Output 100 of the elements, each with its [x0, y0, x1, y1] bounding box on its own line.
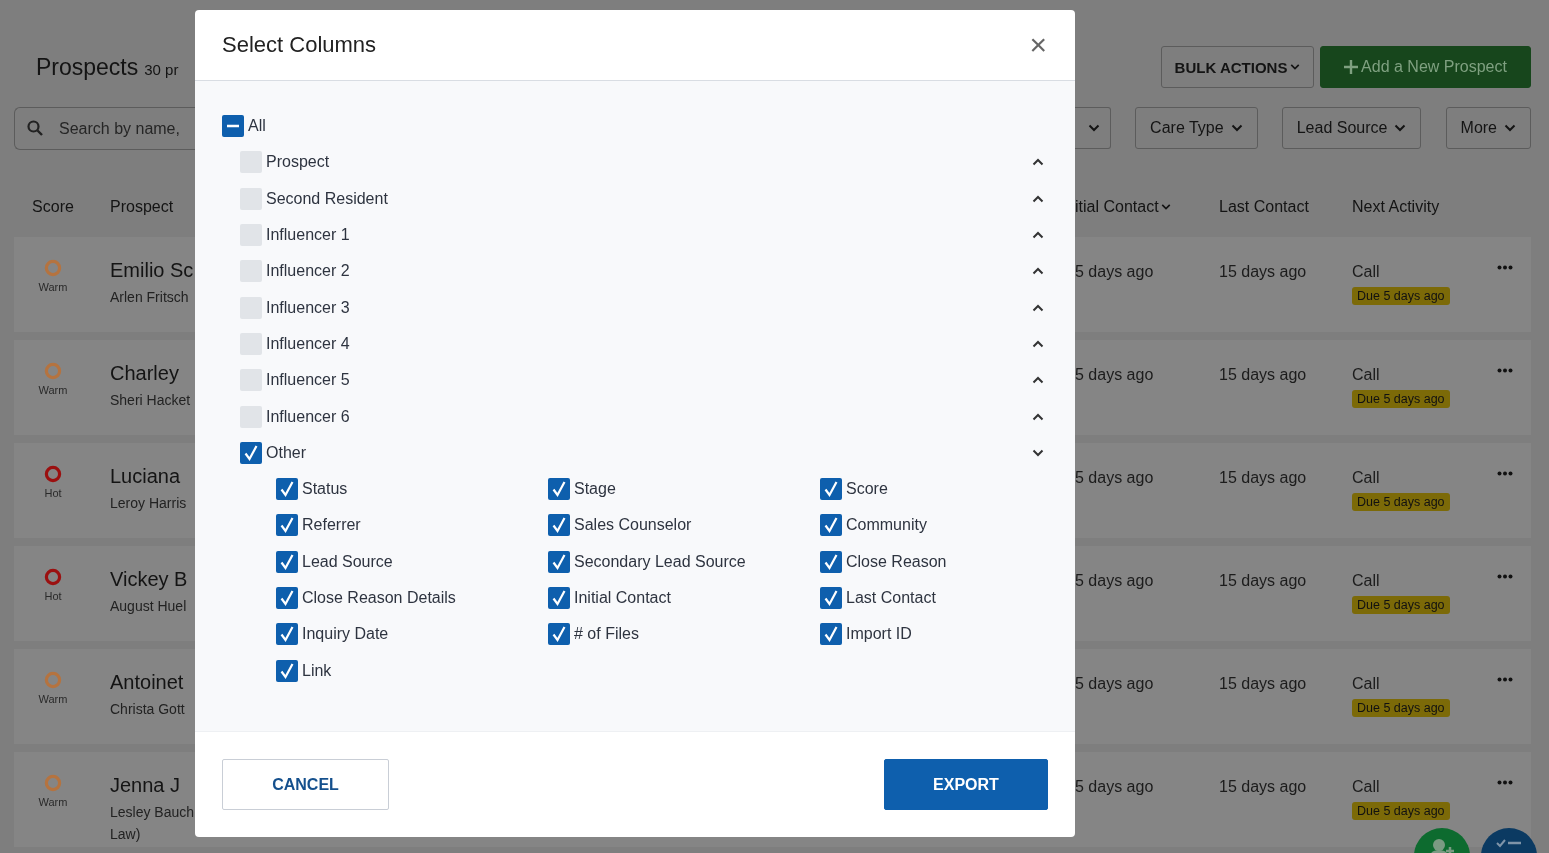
checkbox[interactable]: [548, 514, 570, 537]
chevron-up-icon[interactable]: [1032, 376, 1044, 385]
checkbox[interactable]: [820, 478, 842, 501]
checkbox[interactable]: [820, 623, 842, 646]
more-options-icon[interactable]: [1497, 265, 1513, 270]
chevron-up-icon[interactable]: [1032, 412, 1044, 421]
checkbox-label[interactable]: Last Contact: [846, 589, 936, 607]
more-options-icon[interactable]: [1497, 780, 1513, 785]
checkbox-label[interactable]: Stage: [574, 480, 616, 499]
filter-dropdown[interactable]: Lead Source: [1281, 107, 1422, 149]
due-badge: Due 5 days ago: [1352, 287, 1450, 305]
checkbox-label[interactable]: Import ID: [846, 625, 912, 644]
chevron-up-icon[interactable]: [1032, 194, 1044, 203]
prospect-name[interactable]: Luciana: [110, 465, 187, 488]
checkbox[interactable]: [240, 441, 262, 464]
more-options-icon[interactable]: [1497, 471, 1513, 476]
prospect-name[interactable]: Antoinet: [110, 671, 185, 694]
chevron-down-icon: [1088, 124, 1100, 132]
contact-name: Lesley Bauch: [110, 804, 195, 820]
checkbox[interactable]: [548, 587, 570, 609]
due-badge: Due 5 days ago: [1352, 596, 1450, 614]
checkbox-label[interactable]: Status: [302, 480, 348, 499]
checkbox-label[interactable]: Close Reason: [846, 552, 947, 571]
search-field[interactable]: Search by name,: [14, 107, 195, 150]
checkbox[interactable]: [276, 514, 298, 537]
prospect-name[interactable]: Emilio Sc: [110, 259, 194, 282]
checkbox-label[interactable]: Initial Contact: [574, 589, 671, 607]
more-options-icon[interactable]: [1497, 574, 1513, 579]
checkbox-label[interactable]: Score: [846, 480, 888, 499]
checkbox-label[interactable]: Close Reason Details: [302, 589, 456, 607]
table-cell-text: 15 days ago: [1219, 263, 1308, 281]
checkbox-label[interactable]: Secondary Lead Source: [574, 552, 746, 571]
chevron-down-icon: [1230, 124, 1243, 132]
export-button[interactable]: EXPORT: [884, 759, 1048, 810]
checkbox[interactable]: [548, 550, 570, 573]
checkbox-label[interactable]: Community: [846, 516, 927, 535]
checkbox-label[interactable]: Referrer: [302, 516, 361, 535]
due-badge: Due 5 days ago: [1352, 493, 1450, 511]
chevron-up-icon[interactable]: [1032, 158, 1044, 167]
contact-name: Sheri Hacket: [110, 392, 191, 408]
activity-type: Call: [1352, 675, 1380, 693]
checkbox-label[interactable]: All: [248, 117, 266, 136]
checkbox[interactable]: [276, 587, 298, 609]
checkbox-label[interactable]: Inquiry Date: [302, 625, 389, 644]
checkbox-label[interactable]: Prospect: [266, 153, 330, 172]
checkbox-label[interactable]: Lead Source: [302, 552, 393, 571]
prospect-name[interactable]: Vickey B: [110, 568, 188, 591]
due-badge: Due 5 days ago: [1352, 390, 1450, 408]
checkbox[interactable]: [548, 478, 570, 501]
chevron-up-icon[interactable]: [1032, 303, 1044, 312]
table-cell-text: 5 days ago: [1075, 572, 1155, 590]
checkbox[interactable]: [820, 514, 842, 537]
checkbox-label[interactable]: Link: [302, 661, 332, 680]
checkbox[interactable]: [276, 659, 298, 682]
activity-type: Call: [1352, 263, 1380, 281]
column-header: Next Activity: [1352, 198, 1440, 216]
chevron-down-icon[interactable]: [1032, 448, 1044, 457]
checkbox[interactable]: [276, 550, 298, 573]
table-cell-text: 5 days ago: [1075, 263, 1155, 281]
dialog-title: Select Columns: [222, 32, 377, 58]
checkbox[interactable]: [820, 587, 842, 609]
close-button[interactable]: ×: [1029, 30, 1047, 60]
column-header: Score: [31, 198, 75, 216]
filter-dropdown[interactable]: More: [1445, 107, 1531, 149]
score-label: Warm: [38, 796, 68, 808]
more-options-icon[interactable]: [1497, 677, 1513, 682]
checkbox-label[interactable]: Influencer 6: [266, 407, 350, 426]
checkbox-label[interactable]: # of Files: [574, 625, 639, 644]
column-header: Last Contact: [1219, 198, 1310, 216]
sort-icon: [1160, 203, 1171, 211]
chevron-down-icon: [1394, 124, 1407, 132]
contact-name: Arlen Fritsch: [110, 289, 190, 305]
chevron-up-icon[interactable]: [1032, 339, 1044, 348]
checkbox-label[interactable]: Other: [266, 443, 306, 462]
checkbox-label[interactable]: Influencer 2: [266, 262, 350, 281]
checkbox[interactable]: [548, 623, 570, 646]
checkbox[interactable]: [222, 115, 244, 138]
checkbox[interactable]: [820, 550, 842, 573]
checkbox-label[interactable]: Second Resident: [266, 189, 388, 208]
contact-name: August Huel: [110, 598, 188, 614]
cancel-button[interactable]: CANCEL: [222, 759, 389, 810]
checkbox[interactable]: [276, 623, 298, 646]
chevron-up-icon[interactable]: [1032, 231, 1044, 240]
checkbox-label[interactable]: Influencer 3: [266, 298, 350, 317]
prospect-name[interactable]: Jenna J: [110, 774, 195, 797]
bulk-actions-button[interactable]: BULK ACTIONS: [1161, 46, 1314, 88]
table-cell-text: 5 days ago: [1075, 675, 1155, 693]
chevron-up-icon[interactable]: [1032, 267, 1044, 276]
checkbox-label[interactable]: Influencer 4: [266, 334, 350, 353]
more-options-icon[interactable]: [1497, 368, 1513, 373]
prospect-name[interactable]: Charley: [110, 362, 191, 385]
checkbox-label[interactable]: Sales Counselor: [574, 516, 692, 535]
column-header[interactable]: itial Contact: [1075, 198, 1171, 216]
filter-dropdown[interactable]: Care Type: [1135, 107, 1258, 149]
plus-icon: [1344, 60, 1359, 74]
checkbox-label[interactable]: Influencer 1: [266, 226, 350, 245]
page-title: Prospects: [36, 53, 139, 80]
checkbox[interactable]: [276, 478, 298, 501]
checkbox-label[interactable]: Influencer 5: [266, 371, 350, 390]
add-prospect-button[interactable]: Add a New Prospect: [1320, 46, 1531, 88]
